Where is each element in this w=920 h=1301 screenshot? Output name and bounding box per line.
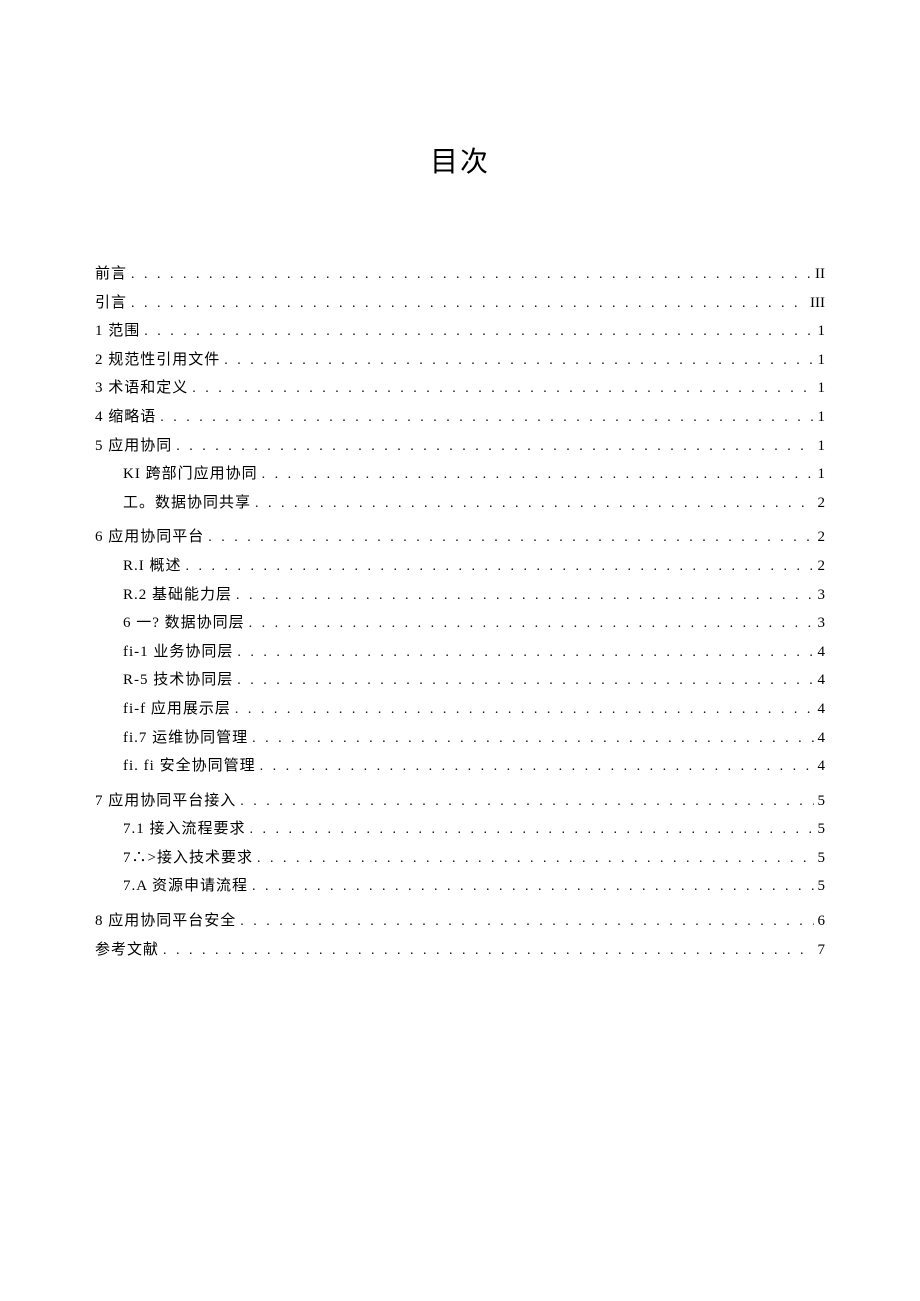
- toc-entry: R-5 技术协同层 4: [95, 666, 825, 695]
- toc-leader-dots: [160, 405, 813, 432]
- toc-entry: fi. fi 安全协同管理 4: [95, 752, 825, 781]
- toc-leader-dots: [257, 846, 814, 873]
- toc-entry-label: 引言: [95, 289, 127, 318]
- toc-title: 目次: [95, 140, 825, 180]
- toc-entry-label: 工。数据协同共享: [123, 489, 251, 518]
- toc-entry-label: 7∴>接入技术要求: [123, 844, 253, 873]
- toc-leader-dots: [250, 817, 814, 844]
- toc-entry-page: 2: [818, 552, 826, 581]
- toc-entry-label: 前言: [95, 260, 127, 289]
- toc-entry-page: 4: [818, 695, 826, 724]
- toc-leader-dots: [224, 348, 813, 375]
- toc-leader-dots: [208, 525, 813, 552]
- toc-entry-page: 1: [818, 460, 826, 489]
- toc-entry-page: 2: [818, 523, 826, 552]
- toc-entry-page: 1: [818, 317, 826, 346]
- toc-entry-page: 5: [818, 787, 826, 816]
- toc-leader-dots: [237, 668, 813, 695]
- toc-entry-page: 7: [818, 936, 826, 965]
- toc-entry-label: fi-f 应用展示层: [123, 695, 231, 724]
- toc-entry: fi.7 运维协同管理 4: [95, 724, 825, 753]
- toc-entry-page: 1: [818, 374, 826, 403]
- toc-leader-dots: [237, 640, 813, 667]
- toc-entry-page: 5: [818, 872, 826, 901]
- toc-leader-dots: [131, 262, 811, 289]
- toc-leader-dots: [192, 376, 813, 403]
- toc-leader-dots: [235, 697, 814, 724]
- toc-entry-label: 参考文献: [95, 936, 159, 965]
- toc-entry-page: 4: [818, 666, 826, 695]
- toc-leader-dots: [186, 554, 814, 581]
- toc-entry: fi-f 应用展示层 4: [95, 695, 825, 724]
- toc-entry-page: 4: [818, 752, 826, 781]
- toc-entry-page: II: [815, 260, 825, 289]
- toc-leader-dots: [262, 462, 814, 489]
- toc-entry: 4 缩略语 1: [95, 403, 825, 432]
- toc-entry-label: 1 范围: [95, 317, 140, 346]
- toc-entry: 引言 III: [95, 289, 825, 318]
- toc-leader-dots: [260, 754, 814, 781]
- toc-entry: 7 应用协同平台接入 5: [95, 787, 825, 816]
- toc-leader-dots: [255, 491, 813, 518]
- toc-entry-label: 3 术语和定义: [95, 374, 188, 403]
- toc-leader-dots: [163, 938, 813, 965]
- toc-entry-label: R.I 概述: [123, 552, 182, 581]
- toc-entry-page: 5: [818, 815, 826, 844]
- toc-leader-dots: [144, 319, 813, 346]
- toc-leader-dots: [236, 583, 813, 610]
- toc-entry: fi-1 业务协同层 4: [95, 638, 825, 667]
- toc-leader-dots: [240, 909, 813, 936]
- toc-entry: 7.A 资源申请流程 5: [95, 872, 825, 901]
- toc-entry: 7.1 接入流程要求 5: [95, 815, 825, 844]
- toc-entry-label: fi-1 业务协同层: [123, 638, 233, 667]
- toc-entry-page: 1: [818, 403, 826, 432]
- toc-leader-dots: [252, 726, 813, 753]
- toc-entry-page: 1: [818, 346, 826, 375]
- toc-entry: R.I 概述 2: [95, 552, 825, 581]
- toc-entry-page: 4: [818, 724, 826, 753]
- toc-entry: 2 规范性引用文件 1: [95, 346, 825, 375]
- toc-entry-label: KI 跨部门应用协同: [123, 460, 258, 489]
- toc-entry-label: fi. fi 安全协同管理: [123, 752, 256, 781]
- toc-entry-label: 6 一? 数据协同层: [123, 609, 245, 638]
- toc-leader-dots: [131, 291, 806, 318]
- toc-entry-page: 3: [818, 609, 826, 638]
- toc-entry: 前言 II: [95, 260, 825, 289]
- toc-entry: KI 跨部门应用协同 1: [95, 460, 825, 489]
- toc-entry: R.2 基础能力层 3: [95, 581, 825, 610]
- toc-entry-page: 2: [818, 489, 826, 518]
- toc-leader-dots: [240, 789, 813, 816]
- toc-entry-label: 7.A 资源申请流程: [123, 872, 248, 901]
- toc-entry: 6 一? 数据协同层 3: [95, 609, 825, 638]
- toc-entry: 6 应用协同平台 2: [95, 523, 825, 552]
- toc-entry-page: 3: [818, 581, 826, 610]
- toc-entry: 工。数据协同共享 2: [95, 489, 825, 518]
- toc-entry-label: 5 应用协同: [95, 432, 172, 461]
- toc-entry: 7∴>接入技术要求 5: [95, 844, 825, 873]
- toc-entry: 参考文献 7: [95, 936, 825, 965]
- toc-entry-label: 6 应用协同平台: [95, 523, 204, 552]
- toc-entry-label: R.2 基础能力层: [123, 581, 232, 610]
- toc-entry-label: R-5 技术协同层: [123, 666, 233, 695]
- toc-entry-label: 2 规范性引用文件: [95, 346, 220, 375]
- toc-entry-page: 1: [818, 432, 826, 461]
- toc-entry-label: fi.7 运维协同管理: [123, 724, 248, 753]
- toc-entry: 5 应用协同 1: [95, 432, 825, 461]
- toc-entry-label: 7 应用协同平台接入: [95, 787, 236, 816]
- toc-entry-label: 7.1 接入流程要求: [123, 815, 246, 844]
- toc-entry-label: 4 缩略语: [95, 403, 156, 432]
- toc-leader-dots: [176, 434, 813, 461]
- toc-entry-page: 6: [818, 907, 826, 936]
- toc-entry: 8 应用协同平台安全 6: [95, 907, 825, 936]
- toc-entry: 1 范围 1: [95, 317, 825, 346]
- toc-leader-dots: [249, 611, 814, 638]
- toc-entry-page: 5: [818, 844, 826, 873]
- toc-container: 前言II引言III1 范围12 规范性引用文件13 术语和定义14 缩略语15 …: [95, 260, 825, 964]
- toc-entry-page: III: [810, 289, 825, 318]
- toc-leader-dots: [252, 874, 813, 901]
- toc-entry: 3 术语和定义 1: [95, 374, 825, 403]
- toc-entry-page: 4: [818, 638, 826, 667]
- toc-entry-label: 8 应用协同平台安全: [95, 907, 236, 936]
